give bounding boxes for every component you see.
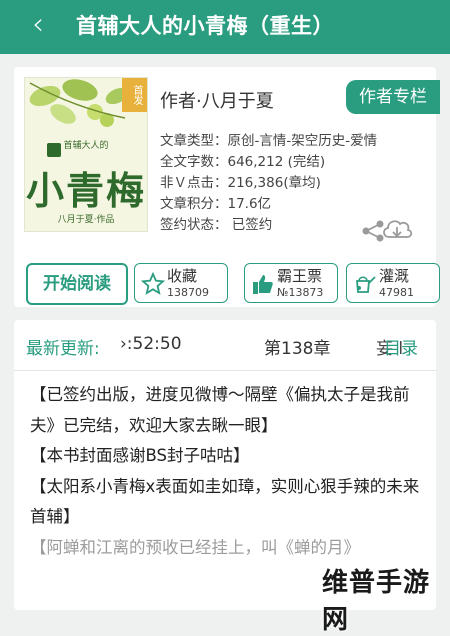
latest-update-row[interactable]: 最新更新: ›:52:50 第138章 妄 l 目录 (14, 320, 436, 371)
collect-count: 138709 (167, 286, 209, 299)
page-title: 首辅大人的小青梅（重生） (76, 14, 334, 38)
back-icon[interactable]: ‹ (32, 8, 44, 42)
ticket-count: №13873 (277, 286, 324, 299)
toc-link[interactable]: 目录 (384, 334, 418, 359)
author-column-button[interactable]: 作者专栏 (346, 80, 440, 114)
cover-big-title: 小青梅 (25, 168, 146, 213)
watering-can-icon (356, 276, 376, 293)
latest-update-time: ›:52:50 (120, 334, 182, 354)
book-description: 【已签约出版，进度见微博～隔壁《偏执太子是我前夫》已完结，欢迎大家去瞅一眼】 【… (30, 380, 428, 563)
start-reading-button[interactable]: 开始阅读 (26, 263, 128, 305)
water-count: 47981 (379, 286, 414, 299)
latest-update-label: 最新更新: (26, 339, 100, 359)
cover-small-title: 首辅大人的 (63, 141, 109, 151)
water-button[interactable]: 灌溉 47981 (346, 263, 440, 303)
ticket-button[interactable]: 霸王票 №13873 (244, 263, 338, 303)
meta-contract: 签约状态： 已签约 (160, 217, 273, 233)
description-paragraph: 【已签约出版，进度见微博～隔壁《偏执太子是我前夫》已完结，欢迎大家去瞅一眼】 (30, 385, 410, 435)
top-bar: ‹ 首辅大人的小青梅（重生） (0, 0, 450, 54)
description-paragraph: 【本书封面感谢BS封子咕咕】 (30, 446, 250, 465)
description-paragraph: 【阿蝉和江离的预收已经挂上，叫《蝉的月》 (30, 537, 360, 557)
water-label: 灌溉 (379, 267, 410, 285)
meta-word-count: 全文字数：646,212 (完结) (160, 154, 326, 170)
author-name[interactable]: 作者·八月于夏 (160, 87, 274, 113)
meta-score: 文章积分：17.6亿 (160, 196, 272, 212)
first-release-badge: 首发 (122, 78, 147, 112)
star-icon (141, 272, 165, 295)
collect-label: 收藏 (167, 267, 198, 285)
meta-clicks: 非Ｖ点击：216,386(章均) (160, 175, 321, 191)
latest-chapter[interactable]: 第138章 (264, 334, 330, 359)
book-cover[interactable]: 首发 首辅大人的 小青梅 八月于夏·作品 (24, 77, 148, 232)
download-cloud-icon[interactable] (380, 215, 414, 243)
watermark: 维普手游网 (322, 568, 431, 635)
book-info-card: 首发 首辅大人的 小青梅 八月于夏·作品 作者·八月于夏 作者专栏 文章类型：原… (14, 67, 440, 307)
book-meta: 文章类型：原创-言情-架空历史-爱情 全文字数：646,212 (完结) 非Ｖ点… (160, 131, 378, 236)
description-paragraph: 【太阳系小青梅x表面如圭如璋，实则心狠手辣的未来首辅】 (30, 476, 420, 527)
cover-author: 八月于夏·作品 (57, 215, 115, 225)
ticket-label: 霸王票 (277, 267, 323, 285)
thumbs-up-icon (253, 275, 273, 294)
meta-genre: 文章类型：原创-言情-架空历史-爱情 (160, 133, 378, 149)
collect-button[interactable]: 收藏 138709 (134, 263, 228, 303)
action-row: 开始阅读 收藏 138709 霸王票 №13873 灌溉 47981 (26, 263, 440, 305)
